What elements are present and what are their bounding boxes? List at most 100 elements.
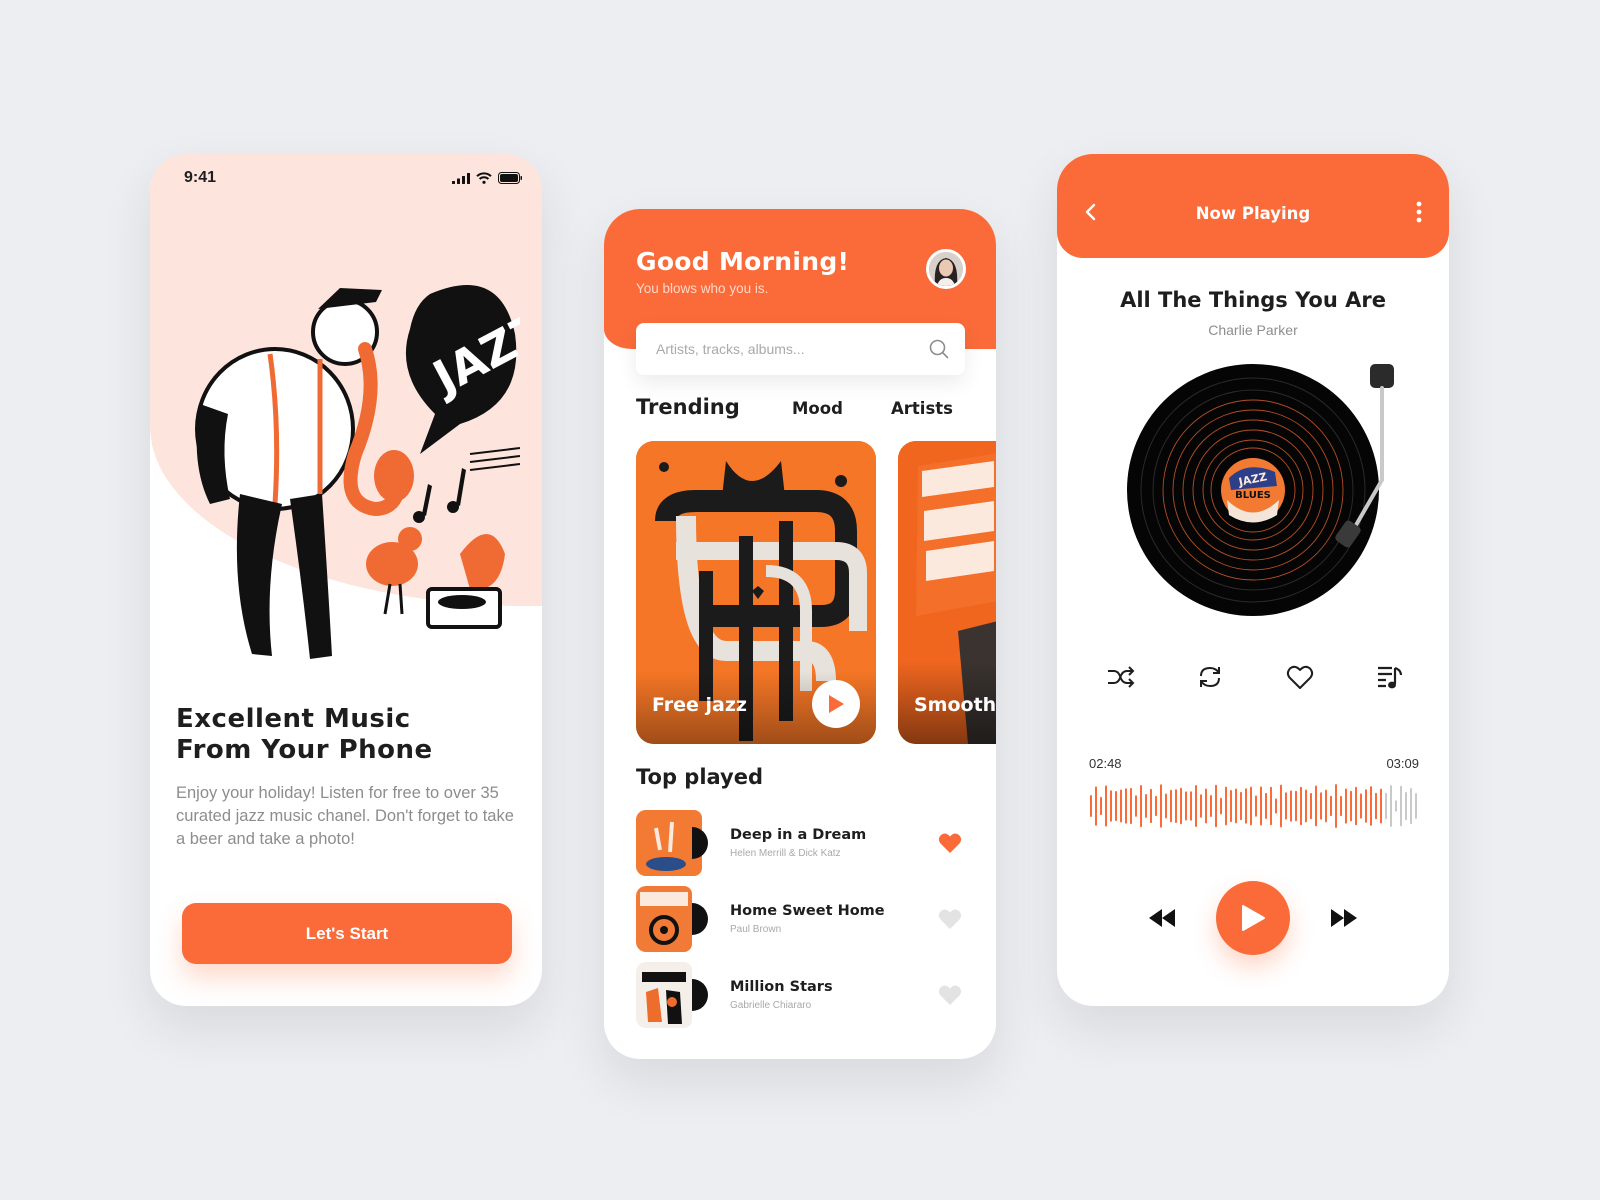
tab-mood[interactable]: Mood <box>792 399 891 418</box>
waveform-bar <box>1185 791 1187 821</box>
album-art-icon <box>636 886 708 952</box>
waveform-bar <box>1275 798 1277 814</box>
track-name: Million Stars <box>730 979 833 995</box>
rewind-icon[interactable] <box>1147 907 1177 929</box>
waveform-bar <box>1195 785 1197 827</box>
waveform-bar <box>1210 795 1212 817</box>
waveform-bar <box>1360 793 1362 819</box>
status-time: 9:41 <box>184 169 217 186</box>
waveform-bar <box>1325 789 1327 823</box>
waveform-bar <box>1090 795 1092 817</box>
shuffle-icon[interactable] <box>1105 662 1135 692</box>
playlist-card-smooth[interactable]: Smooth <box>898 441 996 744</box>
waveform-bar <box>1320 792 1322 820</box>
record-label-line-2: BLUES <box>1235 490 1271 501</box>
waveform-progress[interactable] <box>1089 782 1419 830</box>
waveform-bar <box>1400 785 1402 827</box>
total-duration: 03:09 <box>1386 756 1419 771</box>
waveform-bar <box>1290 790 1292 822</box>
track-name: Deep in a Dream <box>730 827 867 843</box>
waveform-bar <box>1110 790 1112 822</box>
track-name: Home Sweet Home <box>730 903 885 919</box>
play-pause-button[interactable] <box>1216 881 1290 955</box>
lets-start-button[interactable]: Let's Start <box>182 903 512 964</box>
player-controls <box>1147 880 1359 956</box>
waveform-bar <box>1350 790 1352 822</box>
waveform-bar <box>1095 786 1097 826</box>
waveform-bar <box>1250 786 1252 826</box>
waveform-bar <box>1270 786 1272 826</box>
waveform-bar <box>1390 785 1392 827</box>
waveform-bar <box>1215 784 1217 828</box>
track-row[interactable]: Deep in a Dream Helen Merrill & Dick Kat… <box>636 810 966 876</box>
heart-outline-icon[interactable] <box>1285 662 1315 692</box>
onboarding-title: Excellent Music From Your Phone <box>176 704 516 766</box>
now-playing-title: Now Playing <box>1195 204 1311 223</box>
heart-outline-icon[interactable] <box>938 984 962 1006</box>
play-button[interactable] <box>812 680 860 728</box>
waveform-bar <box>1115 791 1117 822</box>
waveform-bar <box>1105 785 1107 827</box>
waveform-bar <box>1375 792 1377 820</box>
album-cover <box>636 886 708 952</box>
track-row[interactable]: Home Sweet Home Paul Brown <box>636 886 966 952</box>
waveform-bar <box>1190 791 1192 821</box>
onboarding-title-line-2: From Your Phone <box>176 735 433 765</box>
track-artist: Paul Brown <box>730 924 782 935</box>
tab-artists[interactable]: Artists <box>891 399 953 418</box>
waveform-bar <box>1245 788 1247 824</box>
song-artist: Charlie Parker <box>1208 322 1298 338</box>
waveform-bar <box>1165 793 1167 819</box>
waveform-bar <box>1305 789 1307 823</box>
album-art-icon <box>636 810 708 876</box>
track-actions <box>1105 660 1405 694</box>
heart-outline-icon[interactable] <box>938 908 962 930</box>
waveform-bar <box>1330 795 1332 817</box>
waveform-bar <box>1240 791 1242 821</box>
heart-filled-icon[interactable] <box>938 832 962 854</box>
waveform-bar <box>1405 792 1407 821</box>
vinyl-record: JAZZ BLUES <box>1127 364 1394 616</box>
search-bar <box>636 323 965 375</box>
waveform-bar <box>1125 788 1127 824</box>
playlist-icon[interactable] <box>1375 662 1405 692</box>
waveform-bar <box>1260 786 1262 826</box>
wifi-icon <box>476 172 492 184</box>
repeat-icon[interactable] <box>1195 662 1225 692</box>
waveform-bar <box>1380 788 1382 824</box>
track-row[interactable]: Million Stars Gabrielle Chiararo <box>636 962 966 1028</box>
search-input[interactable] <box>656 341 929 357</box>
waveform-bar <box>1335 784 1337 828</box>
waveform-bar <box>1310 792 1312 820</box>
waveform-bar <box>1150 788 1152 824</box>
album-art-icon <box>636 962 708 1028</box>
onboarding-screen: 9:41 JAZZ Excellent Music From Your Phon… <box>150 154 542 1006</box>
category-tabs: Trending Mood Artists <box>636 395 966 425</box>
waveform-bar <box>1140 785 1142 828</box>
user-photo-icon <box>929 252 963 286</box>
avatar[interactable] <box>926 249 966 289</box>
song-title: All The Things You Are <box>1120 288 1386 312</box>
greeting-title: Good Morning! <box>636 247 850 276</box>
track-artist: Helen Merrill & Dick Katz <box>730 848 841 859</box>
waveform-bar <box>1220 797 1222 815</box>
waveform-bar <box>1235 788 1237 824</box>
more-vertical-icon[interactable] <box>1409 200 1429 224</box>
waveform-bar <box>1295 790 1297 822</box>
jazz-saxophonist-illustration: JAZZ <box>195 285 520 659</box>
waveform-bar <box>1130 787 1132 825</box>
waveform-bar <box>1155 795 1157 817</box>
home-screen: Good Morning! You blows who you is. Tren… <box>604 209 996 1059</box>
playlist-card-free-jazz[interactable]: Free jazz <box>636 441 876 744</box>
waveform-bar <box>1175 789 1177 823</box>
waveform-bar <box>1365 789 1367 823</box>
waveform-bar <box>1205 788 1207 824</box>
tab-trending[interactable]: Trending <box>636 395 792 419</box>
search-icon[interactable] <box>929 339 949 359</box>
waveform-bar <box>1160 784 1162 828</box>
waveform-bar <box>1395 800 1397 812</box>
waveform-bar <box>1200 794 1202 818</box>
fast-forward-icon[interactable] <box>1329 907 1359 929</box>
waveform-bar <box>1385 792 1387 820</box>
time-row: 02:48 03:09 <box>1089 756 1419 771</box>
